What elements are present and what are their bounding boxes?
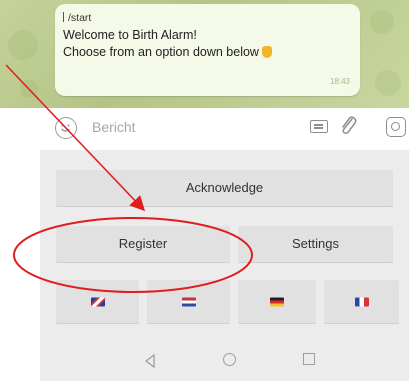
recent-apps-icon[interactable] bbox=[303, 353, 315, 365]
background-pattern bbox=[375, 70, 401, 96]
message-time: 18:43 bbox=[329, 77, 350, 86]
message-input[interactable]: Bericht bbox=[92, 119, 136, 135]
point-down-emoji-icon bbox=[261, 46, 272, 58]
language-button-english[interactable] bbox=[56, 280, 139, 323]
register-button[interactable]: Register bbox=[56, 226, 230, 262]
nl-flag-icon bbox=[181, 297, 196, 306]
keyboard-commands-icon[interactable] bbox=[310, 120, 328, 133]
back-icon[interactable] bbox=[144, 354, 156, 368]
command-text: /start bbox=[68, 12, 92, 24]
language-button-german[interactable] bbox=[238, 280, 316, 323]
home-icon[interactable] bbox=[223, 353, 236, 366]
command-reply: /start bbox=[63, 10, 352, 27]
attach-icon[interactable] bbox=[337, 114, 359, 138]
background-pattern bbox=[20, 80, 38, 98]
language-button-dutch[interactable] bbox=[147, 280, 230, 323]
acknowledge-button[interactable]: Acknowledge bbox=[56, 170, 393, 206]
uk-flag-icon bbox=[90, 297, 105, 306]
message-text-line2: Choose from an option down below bbox=[63, 44, 352, 61]
emoji-icon[interactable] bbox=[55, 117, 77, 139]
de-flag-icon bbox=[270, 297, 284, 306]
settings-button[interactable]: Settings bbox=[238, 226, 393, 262]
message-text-line1: Welcome to Birth Alarm! bbox=[63, 28, 197, 42]
camera-icon[interactable] bbox=[386, 117, 406, 137]
background-pattern bbox=[8, 30, 38, 60]
background-pattern bbox=[370, 10, 394, 34]
language-button-french[interactable] bbox=[324, 280, 399, 323]
message-bubble: /start Welcome to Birth Alarm! Choose fr… bbox=[55, 4, 360, 96]
fr-flag-icon bbox=[354, 297, 369, 306]
